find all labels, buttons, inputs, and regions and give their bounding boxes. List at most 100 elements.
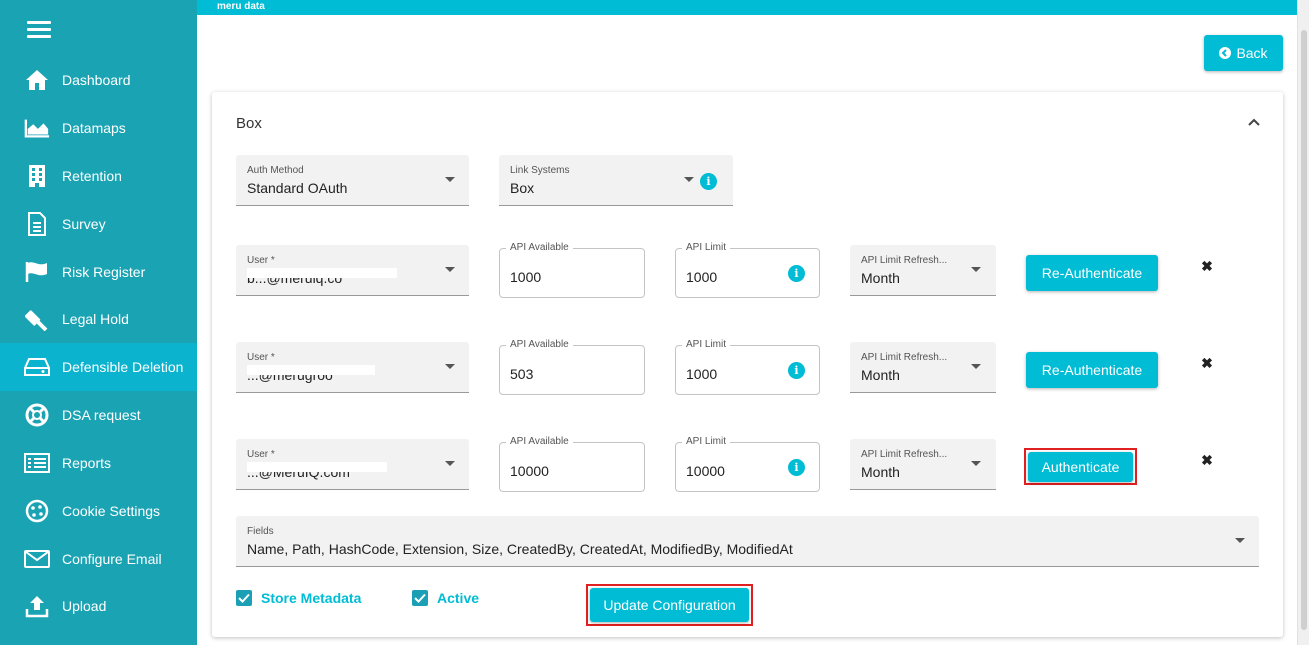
brand-label: meru data bbox=[217, 1, 265, 12]
sidebar-item-risk-register[interactable]: Risk Register bbox=[0, 248, 197, 296]
sidebar-item-label: Dashboard bbox=[62, 72, 131, 88]
building-icon bbox=[24, 163, 50, 189]
sidebar-item-label: Configure Email bbox=[62, 551, 162, 567]
sidebar-item-survey[interactable]: Survey bbox=[0, 200, 197, 248]
dropdown-arrow-icon bbox=[445, 267, 455, 272]
api-available-input-1[interactable]: API Available 1000 bbox=[499, 242, 645, 298]
fields-select[interactable]: Fields Name, Path, HashCode, Extension, … bbox=[236, 516, 1259, 567]
fields-label: Fields bbox=[247, 526, 274, 537]
back-arrow-icon bbox=[1219, 47, 1232, 59]
sidebar-item-label: Risk Register bbox=[62, 264, 146, 280]
active-label: Active bbox=[437, 590, 480, 606]
sidebar-item-legal-hold[interactable]: Legal Hold bbox=[0, 295, 197, 343]
remove-user-close-icon-2[interactable]: ✖ bbox=[1200, 355, 1214, 371]
sidebar-item-label: Upload bbox=[62, 598, 107, 614]
active-checkbox[interactable]: Active bbox=[412, 590, 479, 606]
api-limit-refresh-label: API Limit Refresh... bbox=[861, 352, 948, 363]
sidebar-item-datamaps[interactable]: Datamaps bbox=[0, 104, 197, 152]
sidebar-item-retention[interactable]: Retention bbox=[0, 152, 197, 200]
scrollbar-thumb[interactable] bbox=[1301, 30, 1307, 630]
sidebar-item-label: Defensible Deletion bbox=[62, 359, 184, 375]
envelope-icon bbox=[24, 546, 50, 572]
api-limit-info-icon[interactable]: i bbox=[788, 265, 805, 282]
sidebar: Dashboard Datamaps Retention Survey Risk… bbox=[0, 0, 197, 645]
dropdown-arrow-icon bbox=[684, 177, 694, 182]
link-systems-value: Box bbox=[510, 180, 535, 196]
api-limit-refresh-select-1[interactable]: API Limit Refresh... Month bbox=[850, 245, 996, 296]
sidebar-item-label: Datamaps bbox=[62, 120, 126, 136]
api-available-value: 10000 bbox=[510, 463, 549, 479]
list-icon bbox=[24, 450, 50, 476]
sidebar-item-label: Legal Hold bbox=[62, 311, 129, 327]
api-limit-label: API Limit bbox=[682, 339, 731, 350]
re-authenticate-button-2[interactable]: Re-Authenticate bbox=[1026, 352, 1158, 388]
hard-drive-icon bbox=[24, 354, 50, 380]
update-configuration-button[interactable]: Update Configuration bbox=[590, 588, 749, 622]
sidebar-item-reports[interactable]: Reports bbox=[0, 439, 197, 487]
sidebar-item-upload[interactable]: Upload bbox=[0, 582, 197, 630]
chevron-up-icon[interactable] bbox=[1247, 114, 1263, 126]
api-limit-value: 10000 bbox=[686, 463, 725, 479]
api-limit-refresh-value: Month bbox=[861, 270, 900, 286]
document-icon bbox=[24, 211, 50, 237]
user-label: User * bbox=[247, 449, 275, 460]
api-limit-refresh-select-2[interactable]: API Limit Refresh... Month bbox=[850, 342, 996, 393]
card-title: Box bbox=[236, 115, 262, 132]
api-available-input-3[interactable]: API Available 10000 bbox=[499, 436, 645, 492]
api-limit-value: 1000 bbox=[686, 269, 718, 285]
sidebar-item-cookie-settings[interactable]: Cookie Settings bbox=[0, 487, 197, 535]
remove-user-close-icon-1[interactable]: ✖ bbox=[1200, 258, 1214, 274]
link-systems-info-icon[interactable]: i bbox=[700, 173, 717, 190]
api-available-value: 503 bbox=[510, 366, 534, 382]
re-authenticate-button-1[interactable]: Re-Authenticate bbox=[1026, 255, 1158, 291]
dropdown-arrow-icon bbox=[971, 461, 981, 466]
redaction-mask bbox=[247, 268, 397, 278]
api-available-value: 1000 bbox=[510, 269, 542, 285]
back-button[interactable]: Back bbox=[1204, 35, 1283, 71]
api-available-label: API Available bbox=[506, 242, 573, 253]
authenticate-button[interactable]: Authenticate bbox=[1028, 452, 1133, 482]
checkbox-checked-icon bbox=[412, 590, 428, 606]
sidebar-item-defensible-deletion[interactable]: Defensible Deletion bbox=[0, 343, 197, 391]
life-ring-icon bbox=[24, 402, 50, 428]
back-label: Back bbox=[1236, 45, 1268, 61]
top-bar: meru data bbox=[197, 0, 1297, 15]
api-available-label: API Available bbox=[506, 436, 573, 447]
sidebar-item-dashboard[interactable]: Dashboard bbox=[0, 56, 197, 104]
user-label: User * bbox=[247, 255, 275, 266]
auth-method-value: Standard OAuth bbox=[247, 180, 348, 196]
dropdown-arrow-icon bbox=[445, 364, 455, 369]
upload-icon bbox=[24, 593, 50, 619]
area-chart-icon bbox=[24, 115, 50, 141]
link-systems-select[interactable]: Link Systems Box bbox=[499, 155, 733, 206]
api-limit-refresh-value: Month bbox=[861, 367, 900, 383]
api-available-input-2[interactable]: API Available 503 bbox=[499, 339, 645, 395]
auth-method-select[interactable]: Auth Method Standard OAuth bbox=[236, 155, 469, 206]
sidebar-item-label: Cookie Settings bbox=[62, 503, 161, 519]
dropdown-arrow-icon bbox=[971, 267, 981, 272]
flag-icon bbox=[24, 259, 50, 285]
sidebar-item-dsa-request[interactable]: DSA request bbox=[0, 391, 197, 439]
remove-user-close-icon-3[interactable]: ✖ bbox=[1200, 452, 1214, 468]
api-limit-refresh-select-3[interactable]: API Limit Refresh... Month bbox=[850, 439, 996, 490]
api-limit-value: 1000 bbox=[686, 366, 718, 382]
api-limit-label: API Limit bbox=[682, 436, 731, 447]
store-metadata-checkbox[interactable]: Store Metadata bbox=[236, 590, 361, 606]
redaction-mask bbox=[247, 365, 375, 375]
checkbox-checked-icon bbox=[236, 590, 252, 606]
hamburger-menu-icon[interactable] bbox=[27, 21, 51, 39]
api-limit-info-icon[interactable]: i bbox=[788, 362, 805, 379]
sidebar-item-configure-email[interactable]: Configure Email bbox=[0, 535, 197, 583]
redaction-mask bbox=[247, 462, 387, 472]
dropdown-arrow-icon bbox=[1235, 538, 1245, 543]
gavel-icon bbox=[24, 306, 50, 332]
api-available-label: API Available bbox=[506, 339, 573, 350]
user-label: User * bbox=[247, 352, 275, 363]
dropdown-arrow-icon bbox=[971, 364, 981, 369]
api-limit-refresh-label: API Limit Refresh... bbox=[861, 255, 948, 266]
scrollbar[interactable] bbox=[1297, 0, 1309, 645]
auth-method-label: Auth Method bbox=[247, 165, 304, 176]
api-limit-info-icon[interactable]: i bbox=[788, 459, 805, 476]
api-limit-refresh-label: API Limit Refresh... bbox=[861, 449, 948, 460]
link-systems-label: Link Systems bbox=[510, 165, 570, 176]
